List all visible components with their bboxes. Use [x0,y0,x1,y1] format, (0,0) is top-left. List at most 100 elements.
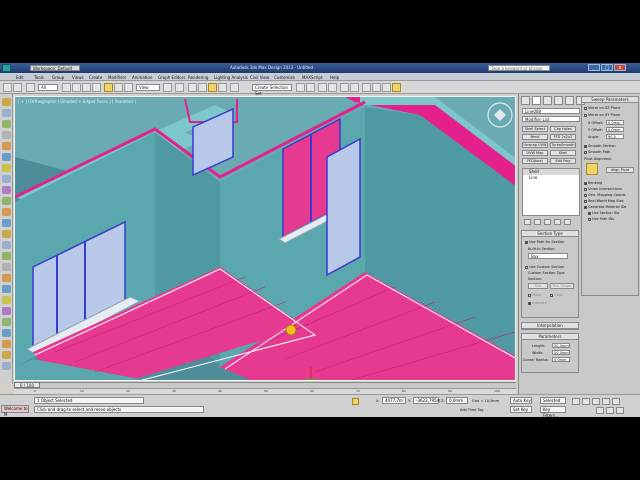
key-filters-button[interactable]: Key Filters... [540,406,566,417]
align-pivot-button[interactable]: Align Pivot [606,167,634,173]
corner-radius-spinner[interactable]: 0,0mm [552,357,570,362]
tool-icon-1[interactable] [2,98,11,106]
undo-icon[interactable] [3,83,12,92]
workspace-dropdown[interactable]: Workspace: Default [30,65,80,71]
mod-button-edit-poly[interactable]: Edit Poly [550,158,576,164]
show-end-result-icon[interactable] [534,219,541,225]
select-object-icon[interactable] [62,83,71,92]
modify-tab-icon[interactable] [532,96,541,105]
tool-icon-20[interactable] [2,307,11,315]
select-and-rotate-icon[interactable] [114,83,123,92]
y-offset-spinner[interactable]: 0,0mm [606,127,624,132]
set-key-button[interactable]: Set Key [510,406,532,413]
menu-edit[interactable]: Edit [16,75,24,80]
tool-icon-12[interactable] [2,219,11,227]
tool-icon-6[interactable] [2,153,11,161]
move-radio[interactable]: Move [528,293,541,297]
mod-button-shell[interactable]: Shell [550,150,576,156]
mod-button-turbosmooth[interactable]: TurboSmooth [550,142,576,148]
x-coord-field[interactable]: 4477,7m [382,397,406,404]
mod-button-ffd-box[interactable]: FFD(box) [522,158,548,164]
prev-frame-icon[interactable] [582,398,590,405]
selection-filter-dropdown[interactable]: All [38,84,58,91]
close-button[interactable]: x [614,64,626,71]
mirror-icon[interactable] [296,83,305,92]
tool-icon-10[interactable] [2,197,11,205]
redo-icon[interactable] [13,83,22,92]
union-intersections-checkbox[interactable]: Union Intersections [584,187,622,191]
tool-icon-5[interactable] [2,142,11,150]
mod-button-cap-holes[interactable]: Cap Holes [550,126,576,132]
edit-named-selection-icon[interactable] [230,83,239,92]
layer-manager-icon[interactable] [318,83,327,92]
zoom-icon[interactable] [596,407,604,414]
reference-coordinate-dropdown[interactable]: View [136,84,160,91]
tool-icon-23[interactable] [2,340,11,348]
mod-button-ffd[interactable]: FFD 2x2x2 [550,134,576,140]
mod-button-unwrap[interactable]: Unwrap UVW [522,142,548,148]
lock-selection-icon[interactable] [352,398,359,405]
percent-snap-icon[interactable] [208,83,217,92]
next-frame-icon[interactable] [602,398,610,405]
mod-button-uvw-map[interactable]: UVW Map [522,150,548,156]
tool-icon-14[interactable] [2,241,11,249]
display-tab-icon[interactable] [565,96,574,105]
tool-icon-19[interactable] [2,296,11,304]
stack-item[interactable]: Line [523,175,579,181]
play-icon[interactable] [592,398,600,405]
object-name-field[interactable]: Line008 [522,108,580,114]
search-input[interactable]: Type a keyword or phrase [488,65,550,71]
select-manipulate-icon[interactable] [175,83,184,92]
tool-icon-11[interactable] [2,208,11,216]
make-unique-icon[interactable] [544,219,551,225]
align-icon[interactable] [306,83,315,92]
viewport-label[interactable]: [ + ] [Orthographic ] [Shaded + Edged Fa… [18,99,136,104]
pivot-grid-icon[interactable] [586,163,598,175]
pin-stack-icon[interactable] [524,219,531,225]
length-spinner[interactable]: 50,0mm [552,343,570,348]
menu-civil-view[interactable]: Civil View [250,75,269,80]
tool-icon-18[interactable] [2,285,11,293]
use-path-radio[interactable]: Use Path for Section [525,240,564,244]
add-time-tag[interactable]: Add Time Tag [460,408,484,412]
built-in-section-dropdown[interactable]: Box [528,253,568,259]
gen-mapping-checkbox[interactable]: Gen. Mapping Coords [584,193,626,197]
maxscript-listener[interactable]: Welcome to M [1,405,29,417]
menu-maxscript[interactable]: MAXScript [302,75,323,80]
create-tab-icon[interactable] [521,96,530,105]
hierarchy-tab-icon[interactable] [543,96,552,105]
pan-icon[interactable] [606,407,614,414]
link-icon[interactable] [26,83,35,92]
go-to-end-icon[interactable] [612,398,620,405]
banking-checkbox[interactable]: Banking [584,181,602,185]
rollout-header[interactable]: Sweep Parameters [582,97,638,103]
rectangular-selection-icon[interactable] [82,83,91,92]
rollout-header[interactable]: Section Type [522,231,578,237]
generate-material-ids-checkbox[interactable]: Generate Material IDs [584,205,626,209]
rollout-header[interactable]: Parameters [522,334,578,340]
modifier-stack[interactable]: Shell Line [522,168,580,216]
tool-icon-15[interactable] [2,252,11,260]
mirror-xy-checkbox[interactable]: Mirror on XY Plane [584,113,620,117]
width-spinner[interactable]: 50,0mm [552,350,570,355]
orbit-icon[interactable] [616,407,624,414]
rollout-header[interactable]: Interpolation [522,323,578,329]
curve-editor-icon[interactable] [340,83,349,92]
angle-spinner[interactable]: 90,0 [606,134,624,139]
use-custom-radio[interactable]: Use Custom Section [525,265,564,269]
tool-icon-3[interactable] [2,120,11,128]
menu-help[interactable]: Help [330,75,339,80]
smooth-path-checkbox[interactable]: Smooth Path [584,150,610,154]
menu-group[interactable]: Group [52,75,64,80]
y-coord-field[interactable]: -3622,795m [413,397,440,404]
tool-icon-24[interactable] [2,351,11,359]
snap-toggle-icon[interactable] [188,83,197,92]
auto-key-button[interactable]: Auto Key [510,397,532,404]
pivot-center-icon[interactable] [163,83,172,92]
menu-lighting-analysis[interactable]: Lighting Analysis [214,75,248,80]
tool-icon-8[interactable] [2,175,11,183]
menu-rendering[interactable]: Rendering [188,75,208,80]
tool-icon-21[interactable] [2,318,11,326]
menu-customize[interactable]: Customize [274,75,295,80]
mod-button-shell-select[interactable]: Shell Select [522,126,548,132]
